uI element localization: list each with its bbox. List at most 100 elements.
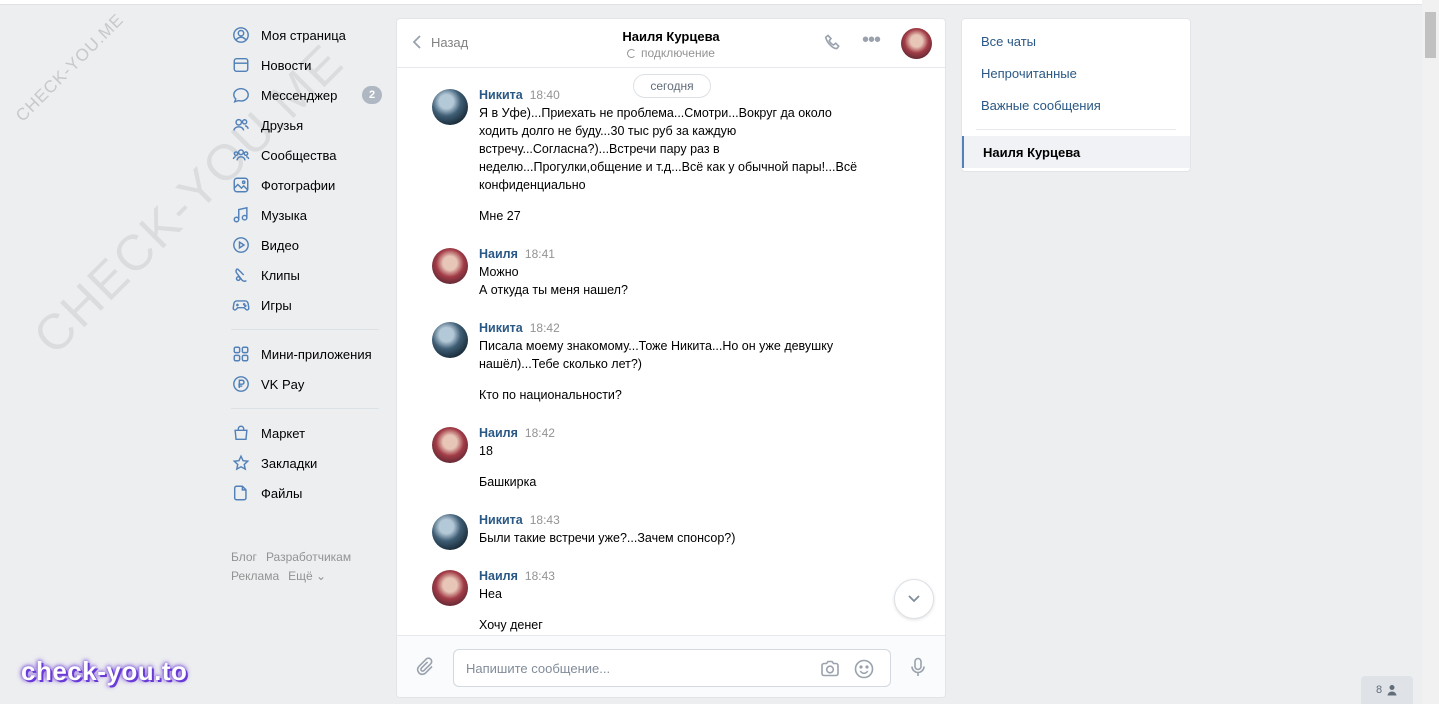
message-group: Наиля 18:42 18 Башкирка [432, 424, 872, 491]
message-text: Писала моему знакомому...Тоже Никита...Н… [479, 339, 834, 371]
nav-label: Игры [261, 297, 292, 313]
avatar[interactable] [432, 322, 468, 358]
nav-label: Видео [261, 237, 299, 253]
message-input-box[interactable] [453, 649, 891, 687]
nav-games[interactable]: Игры [228, 290, 380, 320]
message-time[interactable]: 18:40 [530, 88, 560, 102]
nav-label: Мини-приложения [261, 346, 372, 362]
message-text: Были такие встречи уже?...Зачем спонсор?… [479, 531, 736, 545]
message-time[interactable]: 18:43 [530, 513, 560, 527]
message-author[interactable]: Никита [479, 88, 523, 102]
filter-divider [976, 129, 1176, 130]
nav-divider [231, 329, 379, 330]
nav-label: Музыка [261, 207, 307, 223]
avatar[interactable] [432, 89, 468, 125]
avatar[interactable] [432, 427, 468, 463]
nav-label: Маркет [261, 425, 306, 441]
avatar[interactable] [432, 514, 468, 550]
more-options-button[interactable]: ••• [860, 30, 882, 53]
message-input[interactable] [466, 659, 806, 677]
message-group: Никита 18:42 Писала моему знакомому...Тож… [432, 319, 872, 404]
message-author[interactable]: Наиля [479, 247, 518, 261]
footer-blog-link[interactable]: Блог [231, 550, 257, 564]
friends-icon [231, 115, 251, 135]
bag-icon [231, 423, 251, 443]
avatar[interactable] [432, 570, 468, 606]
nav-photos[interactable]: Фотографии [228, 170, 380, 200]
gamepad-icon [231, 295, 251, 315]
call-button[interactable] [823, 33, 843, 53]
peer-avatar[interactable] [901, 28, 932, 59]
nav-friends[interactable]: Друзья [228, 110, 380, 140]
nav-messenger[interactable]: Мессенджер 2 [228, 80, 382, 110]
user-circle-icon [231, 25, 251, 45]
photo-icon [231, 175, 251, 195]
nav-label: Закладки [261, 455, 318, 471]
nav-divider [231, 408, 379, 409]
attach-button[interactable] [415, 656, 437, 678]
nav-label: VK Pay [261, 376, 305, 392]
paperclip-icon [416, 657, 433, 676]
nav-news[interactable]: Новости [228, 50, 380, 80]
clips-icon [231, 265, 251, 285]
message-author[interactable]: Никита [479, 513, 523, 527]
nav-label: Клипы [261, 267, 300, 283]
scroll-to-bottom-button[interactable] [894, 579, 934, 619]
message-time[interactable]: 18:42 [525, 426, 555, 440]
nav-clips[interactable]: Клипы [228, 260, 380, 290]
nav-communities[interactable]: Сообщества [228, 140, 380, 170]
message-author[interactable]: Наиля [479, 426, 518, 440]
apps-icon [231, 344, 251, 364]
message-text: Мне 27 [479, 209, 521, 223]
nav-mini-apps[interactable]: Мини-приложения [228, 339, 380, 369]
nav-label: Моя страница [261, 27, 346, 43]
avatar[interactable] [432, 248, 468, 284]
nav-music[interactable]: Музыка [228, 200, 380, 230]
message-time[interactable]: 18:43 [525, 569, 555, 583]
watermark-small: CHECK-YOU.ME [12, 9, 128, 126]
camera-button[interactable] [819, 658, 841, 680]
footer-devs-link[interactable]: Разработчикам [266, 550, 351, 564]
brand-watermark: check-you.to [21, 656, 188, 686]
message-group: Наиля 18:41 Можно А откуда ты меня нашел? [432, 245, 872, 299]
chat-panel: Назад Наиля Курцева подключение ••• сего… [396, 18, 946, 698]
message-text: Можно А откуда ты меня нашел? [479, 265, 628, 297]
nav-video[interactable]: Видео [228, 230, 380, 260]
filter-unread[interactable]: Непрочитанные [962, 57, 1190, 89]
nav-label: Файлы [261, 485, 303, 501]
voice-message-button[interactable] [907, 656, 929, 678]
message-composer [397, 635, 945, 697]
message-group: Наиля 18:43 Неа Хочу денег [432, 567, 872, 634]
nav-label: Друзья [261, 117, 304, 133]
page-scrollbar[interactable] [1422, 0, 1439, 704]
communities-icon [231, 145, 251, 165]
message-list: Никита 18:40 Я в Уфе)...Приехать не пробл… [397, 69, 945, 635]
filter-important[interactable]: Важные сообщения [962, 89, 1190, 121]
left-nav: Моя страница Новости Мессенджер 2 Друзья… [228, 20, 382, 586]
message-author[interactable]: Никита [479, 321, 523, 335]
smile-icon [854, 659, 874, 679]
active-chat-item[interactable]: Наиля Курцева [962, 136, 1190, 168]
chevron-down-icon [908, 595, 920, 603]
online-friends-button[interactable]: 8 [1361, 676, 1413, 704]
nav-label: Новости [261, 57, 312, 73]
footer-links: Блог Разработчикам Реклама Ещё ⌄ [231, 548, 380, 586]
nav-my-page[interactable]: Моя страница [228, 20, 380, 50]
filter-all-chats[interactable]: Все чаты [962, 25, 1190, 57]
nav-files[interactable]: Файлы [228, 478, 380, 508]
message-time[interactable]: 18:41 [525, 247, 555, 261]
messenger-unread-badge: 2 [362, 86, 382, 104]
camera-icon [821, 660, 839, 677]
emoji-button[interactable] [853, 658, 875, 680]
footer-ads-link[interactable]: Реклама [231, 569, 279, 583]
peer-status-text: подключение [641, 46, 715, 60]
chat-header: Назад Наиля Курцева подключение ••• [397, 19, 945, 68]
message-author[interactable]: Наиля [479, 569, 518, 583]
scrollbar-thumb[interactable] [1425, 12, 1436, 58]
nav-vk-pay[interactable]: VK Pay [228, 369, 380, 399]
nav-market[interactable]: Маркет [228, 418, 380, 448]
top-header-strip [0, 0, 1422, 5]
footer-more-link[interactable]: Ещё ⌄ [288, 569, 326, 583]
message-time[interactable]: 18:42 [530, 321, 560, 335]
nav-bookmarks[interactable]: Закладки [228, 448, 380, 478]
